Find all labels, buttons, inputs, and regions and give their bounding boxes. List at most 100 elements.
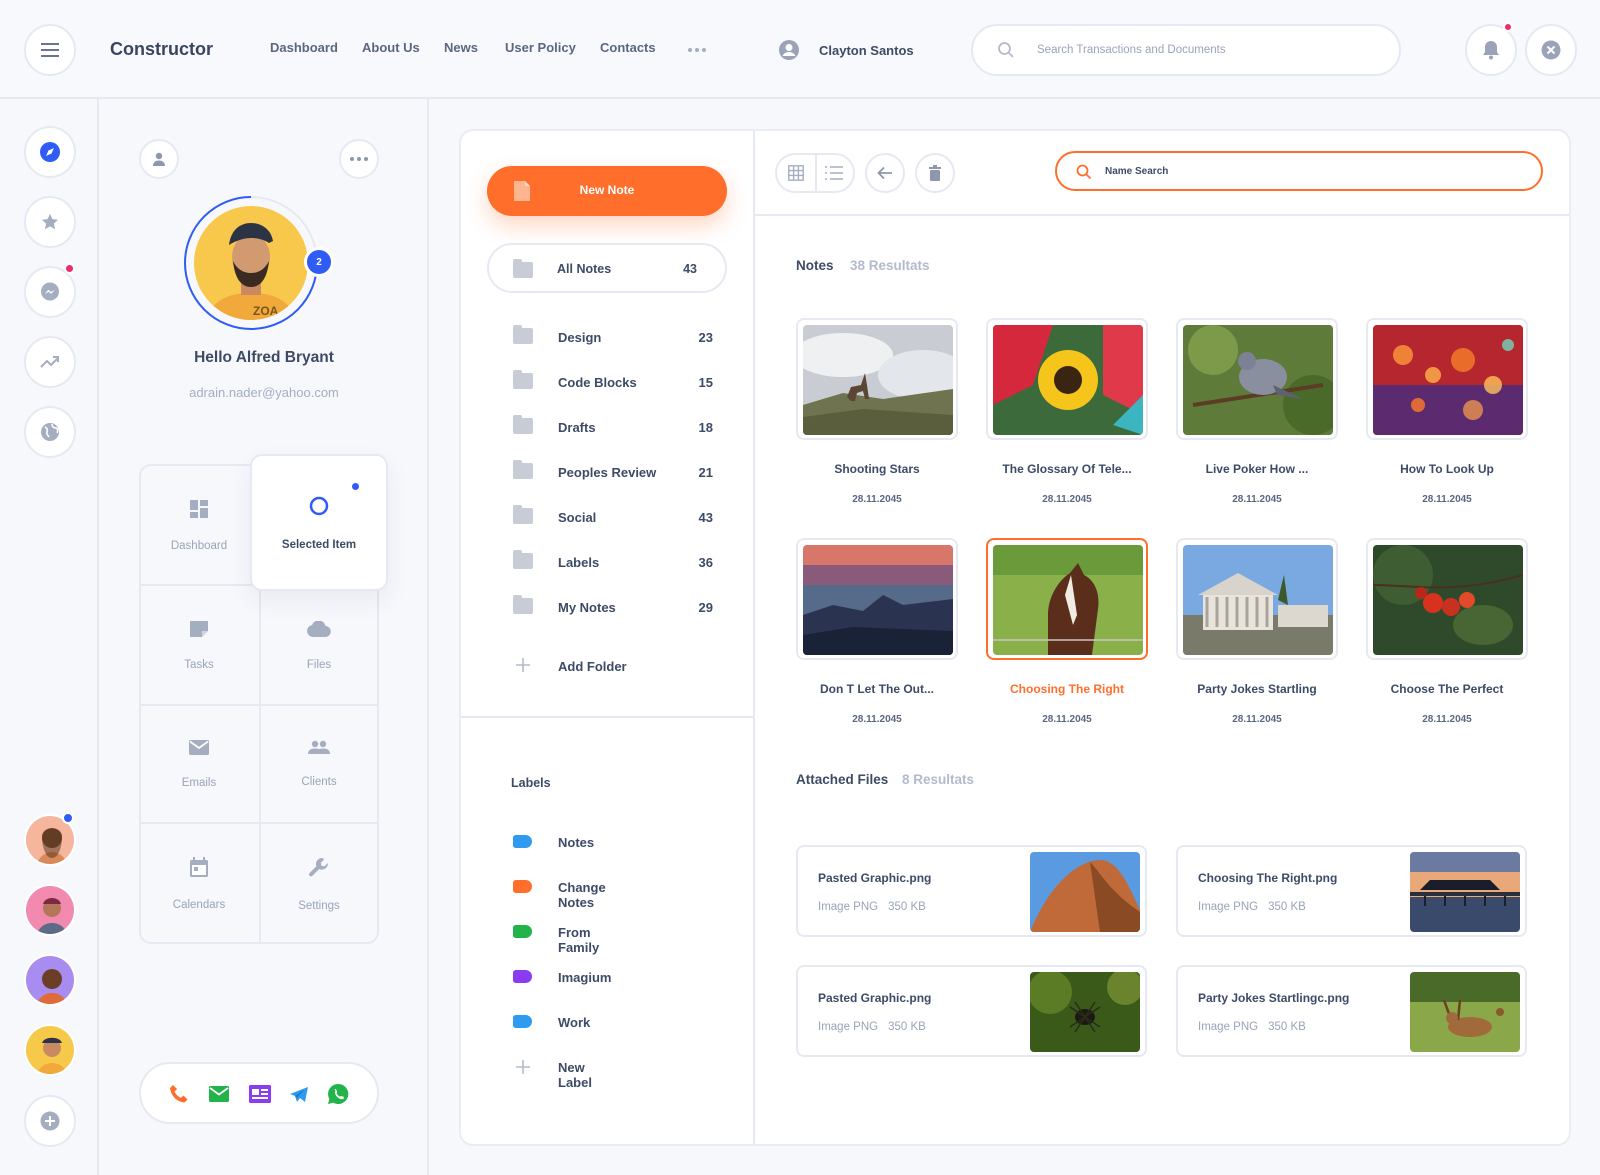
file-type: Image PNG [1198,901,1259,913]
email-icon[interactable] [209,1086,229,1102]
profile-more-button[interactable] [339,139,379,179]
file-size: 350 KB [1268,1021,1306,1033]
tile-label: Settings [298,900,340,912]
tile-label: Dashboard [170,540,228,552]
add-folder-button[interactable]: Add Folder [513,657,713,677]
tag-icon [513,835,532,848]
folder-item-drafts[interactable]: Drafts 18 [513,415,713,438]
folder-count: 29 [698,600,713,615]
phone-icon[interactable] [169,1084,189,1104]
note-date: 28.11.2045 [1042,714,1092,725]
tile-tasks[interactable]: Tasks [139,586,259,706]
dashboard-icon [190,500,208,518]
tile-files[interactable]: Files [259,586,379,706]
back-button[interactable] [865,153,905,193]
profile-greeting: Hello Alfred Bryant [194,349,334,366]
note-card[interactable]: Don T Let The Out... 28.11.2045 [796,538,958,725]
nav-contacts[interactable]: Contacts [600,40,656,55]
tile-calendars[interactable]: Calendars [139,824,259,944]
contact-online-dot [62,812,74,824]
rail-analytics-button[interactable] [24,336,76,388]
search-placeholder: Search Transactions and Documents [1037,44,1226,56]
file-type: Image PNG [818,1021,879,1033]
view-toggle [775,153,855,193]
circle-icon [309,496,329,515]
plus-icon [516,1060,530,1074]
file-type: Image PNG [818,901,879,913]
more-nav-button[interactable] [688,48,706,52]
close-button[interactable] [1525,24,1577,76]
folder-label: Labels [558,555,600,570]
whatsapp-icon[interactable] [327,1083,349,1105]
messenger-icon [41,282,59,301]
note-thumbnail [796,318,958,440]
rail-globe-button[interactable] [24,406,76,458]
rail-explore-button[interactable] [24,126,76,178]
global-search-input[interactable]: Search Transactions and Documents [971,24,1401,76]
tile-label: Tasks [184,659,214,671]
note-card[interactable]: How To Look Up 28.11.2045 [1366,318,1528,505]
note-card[interactable]: Shooting Stars 28.11.2045 [796,318,958,505]
folder-count: 15 [698,375,713,390]
menu-button[interactable] [24,24,76,76]
user-name[interactable]: Clayton Santos [819,43,914,58]
file-card[interactable]: Choosing The Right.png Image PNG 350 KB [1176,845,1527,937]
profile-button[interactable] [139,139,179,179]
note-thumbnail [1366,318,1528,440]
file-thumbnail [1030,972,1140,1052]
file-name: Pasted Graphic.png [818,871,932,885]
folder-item-my-notes[interactable]: My Notes 29 [513,595,713,618]
tile-dashboard[interactable]: Dashboard [139,466,259,586]
new-label-label: New Label [558,1060,592,1090]
search-icon [998,42,1014,58]
tile-label: Clients [301,776,337,788]
grid-view-icon[interactable] [788,165,804,181]
note-card[interactable]: Party Jokes Startling 28.11.2045 [1176,538,1338,725]
note-date: 28.11.2045 [1042,494,1092,505]
nav-dashboard[interactable]: Dashboard [270,40,338,55]
folder-item-peoples-review[interactable]: Peoples Review 21 [513,460,713,483]
note-title: Live Poker How ... [1205,462,1309,476]
folder-item-design[interactable]: Design 23 [513,325,713,348]
note-card-selected[interactable]: Choosing The Right 28.11.2045 [986,538,1148,725]
contact-avatar-3[interactable] [24,954,76,1006]
nav-news[interactable]: News [444,40,478,55]
file-card[interactable]: Pasted Graphic.png Image PNG 350 KB [796,845,1147,937]
all-notes-item[interactable]: All Notes 43 [487,243,727,293]
folder-item-labels[interactable]: Labels 36 [513,550,713,573]
folder-label: My Notes [558,600,616,615]
note-card[interactable]: Choose The Perfect 28.11.2045 [1366,538,1528,725]
rail-favorites-button[interactable] [24,196,76,248]
name-search-input[interactable]: Name Search [1055,151,1543,191]
label-name: Work [558,1015,591,1030]
new-note-button[interactable]: New Note [487,166,727,216]
app-brand: Constructor [110,39,213,59]
tile-label: Selected Item [281,538,357,551]
tile-selected-item[interactable]: Selected Item [250,454,388,591]
wrench-icon [309,858,328,877]
folder-icon [513,370,533,389]
tile-clients[interactable]: Clients [259,704,379,824]
all-notes-count: 43 [683,262,697,276]
delete-button[interactable] [915,153,955,193]
note-card[interactable]: Live Poker How ... 28.11.2045 [1176,318,1338,505]
list-view-icon[interactable] [825,166,843,180]
note-card[interactable]: The Glossary Of Tele... 28.11.2045 [986,318,1148,505]
nav-user-policy[interactable]: User Policy [505,40,576,55]
tile-settings[interactable]: Settings [259,824,379,944]
folder-item-social[interactable]: Social 43 [513,505,713,528]
contact-avatar-4[interactable] [24,1024,76,1076]
file-card[interactable]: Party Jokes Startlingc.png Image PNG 350 … [1176,965,1527,1057]
add-contact-button[interactable] [24,1095,76,1147]
calendar-icon [190,857,208,877]
folder-item-code-blocks[interactable]: Code Blocks 15 [513,370,713,393]
contact-avatar-2[interactable] [24,884,76,936]
file-size: 350 KB [888,901,926,913]
tile-emails[interactable]: Emails [139,704,259,824]
file-thumbnail [1410,852,1520,932]
file-card[interactable]: Pasted Graphic.png Image PNG 350 KB [796,965,1147,1057]
telegram-icon[interactable] [289,1086,309,1103]
note-thumbnail [1366,538,1528,660]
news-icon[interactable] [249,1085,271,1103]
nav-about-us[interactable]: About Us [362,40,420,55]
